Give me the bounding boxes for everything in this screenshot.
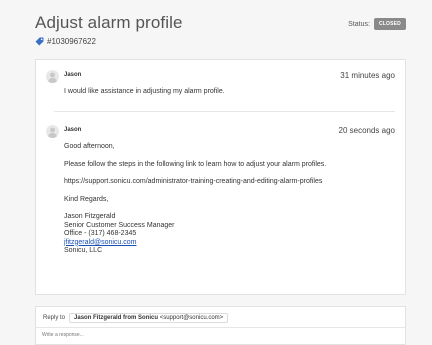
- message-body: Good afternoon, Please follow the steps …: [64, 143, 395, 256]
- reply-to-label: Reply to: [43, 315, 66, 321]
- message: Jason 31 minutes ago I would like assist…: [46, 68, 395, 97]
- sender-name: Jason: [64, 72, 82, 78]
- closing-text: Kind Regards,: [64, 195, 109, 203]
- signature-name: Jason Fitzgerald: [64, 213, 116, 220]
- message: Jason 20 seconds ago Good afternoon, Ple…: [46, 123, 395, 256]
- status-badge: CLOSED: [373, 18, 406, 30]
- ticket-id: #1030967622: [35, 37, 96, 46]
- reply-box: Reply to Jason Fitzgerald from Sonicu <s…: [35, 306, 406, 345]
- tag-icon: [35, 37, 44, 46]
- link-text: https://support.sonicu.com/administrator…: [64, 178, 323, 185]
- user-avatar-icon: [46, 70, 59, 83]
- status-label: Status:: [348, 20, 370, 28]
- reply-divider: [36, 327, 405, 328]
- signature-office: Office - (317) 468-2345: [64, 230, 137, 237]
- status: Status: CLOSED: [348, 18, 406, 30]
- message-header: Jason 31 minutes ago: [46, 68, 395, 84]
- reply-recipient-email: <support@sonicu.com>: [159, 315, 224, 321]
- message-text: I would like assistance in adjusting my …: [64, 88, 225, 95]
- sender-name: Jason: [64, 127, 82, 133]
- ticket-page: Adjust alarm profile #1030967622 Status:…: [0, 0, 432, 345]
- reply-recipient-select[interactable]: Jason Fitzgerald from Sonicu <support@so…: [69, 313, 229, 323]
- greeting-text: Good afternoon,: [64, 143, 115, 150]
- reply-input[interactable]: [42, 332, 392, 338]
- message-time: 31 minutes ago: [340, 71, 395, 80]
- signature-company: Sonicu, LLC: [64, 247, 103, 254]
- reply-recipient-name: Jason Fitzgerald from Sonicu: [74, 315, 159, 321]
- instruction-text: Please follow the steps in the following…: [64, 160, 327, 168]
- page-title: Adjust alarm profile: [35, 13, 183, 32]
- ticket-id-text: #1030967622: [47, 37, 96, 46]
- signature-email-link[interactable]: jfitzgerald@sonicu.com: [64, 239, 136, 246]
- signature-role: Senior Customer Success Manager: [64, 221, 175, 229]
- user-avatar-icon: [46, 125, 59, 138]
- message-divider: [54, 111, 395, 112]
- message-header: Jason 20 seconds ago: [46, 123, 395, 139]
- message-time: 20 seconds ago: [338, 126, 396, 135]
- conversation-card: Jason 31 minutes ago I would like assist…: [35, 59, 406, 295]
- reply-to: Reply to Jason Fitzgerald from Sonicu <s…: [43, 313, 229, 323]
- message-body: I would like assistance in adjusting my …: [64, 88, 395, 97]
